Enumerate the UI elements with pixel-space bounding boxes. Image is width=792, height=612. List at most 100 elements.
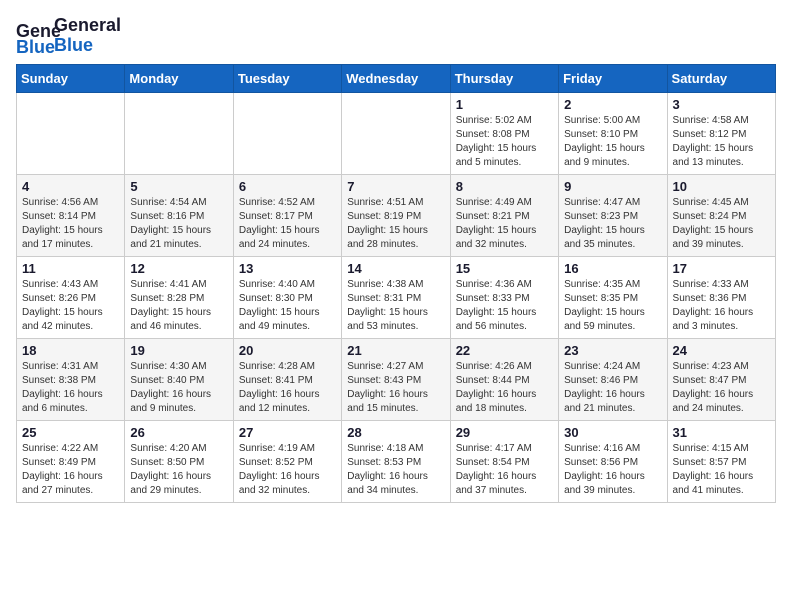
calendar-cell: 18 Sunrise: 4:31 AM Sunset: 8:38 PM Dayli…: [17, 338, 125, 420]
calendar-cell: 7 Sunrise: 4:51 AM Sunset: 8:19 PM Daylig…: [342, 174, 450, 256]
calendar-cell: 30 Sunrise: 4:16 AM Sunset: 8:56 PM Dayli…: [559, 420, 667, 502]
calendar-cell: 6 Sunrise: 4:52 AM Sunset: 8:17 PM Daylig…: [233, 174, 341, 256]
day-info: Sunrise: 4:33 AM Sunset: 8:36 PM Dayligh…: [673, 278, 770, 334]
day-info: Sunrise: 4:18 AM Sunset: 8:53 PM Dayligh…: [347, 442, 444, 498]
day-info: Sunrise: 4:15 AM Sunset: 8:57 PM Dayligh…: [673, 442, 770, 498]
day-number: 24: [673, 343, 770, 358]
calendar-cell: 3 Sunrise: 4:58 AM Sunset: 8:12 PM Daylig…: [667, 92, 775, 174]
day-number: 8: [456, 179, 553, 194]
day-info: Sunrise: 4:51 AM Sunset: 8:19 PM Dayligh…: [347, 196, 444, 252]
svg-text:Blue: Blue: [16, 37, 55, 55]
day-info: Sunrise: 4:43 AM Sunset: 8:26 PM Dayligh…: [22, 278, 119, 334]
day-number: 16: [564, 261, 661, 276]
day-info: Sunrise: 4:36 AM Sunset: 8:33 PM Dayligh…: [456, 278, 553, 334]
day-info: Sunrise: 4:38 AM Sunset: 8:31 PM Dayligh…: [347, 278, 444, 334]
day-info: Sunrise: 4:27 AM Sunset: 8:43 PM Dayligh…: [347, 360, 444, 416]
day-number: 15: [456, 261, 553, 276]
day-number: 13: [239, 261, 336, 276]
day-info: Sunrise: 4:22 AM Sunset: 8:49 PM Dayligh…: [22, 442, 119, 498]
calendar-table: SundayMondayTuesdayWednesdayThursdayFrid…: [16, 64, 776, 503]
day-info: Sunrise: 4:28 AM Sunset: 8:41 PM Dayligh…: [239, 360, 336, 416]
day-number: 25: [22, 425, 119, 440]
day-info: Sunrise: 4:58 AM Sunset: 8:12 PM Dayligh…: [673, 114, 770, 170]
calendar-cell: 5 Sunrise: 4:54 AM Sunset: 8:16 PM Daylig…: [125, 174, 233, 256]
calendar-cell: 9Sunrise: 4:47 AM Sunset: 8:23 PM Daylig…: [559, 174, 667, 256]
day-number: 3: [673, 97, 770, 112]
day-info: Sunrise: 4:19 AM Sunset: 8:52 PM Dayligh…: [239, 442, 336, 498]
calendar-week-row: 1 Sunrise: 5:02 AM Sunset: 8:08 PM Daylig…: [17, 92, 776, 174]
day-info: Sunrise: 5:00 AM Sunset: 8:10 PM Dayligh…: [564, 114, 661, 170]
day-info: Sunrise: 4:49 AM Sunset: 8:21 PM Dayligh…: [456, 196, 553, 252]
calendar-day-header: Tuesday: [233, 64, 341, 92]
day-number: 5: [130, 179, 227, 194]
calendar-day-header: Saturday: [667, 64, 775, 92]
calendar-week-row: 4 Sunrise: 4:56 AM Sunset: 8:14 PM Daylig…: [17, 174, 776, 256]
calendar-day-header: Friday: [559, 64, 667, 92]
calendar-cell: 26 Sunrise: 4:20 AM Sunset: 8:50 PM Dayli…: [125, 420, 233, 502]
day-info: Sunrise: 4:24 AM Sunset: 8:46 PM Dayligh…: [564, 360, 661, 416]
calendar-cell: 25 Sunrise: 4:22 AM Sunset: 8:49 PM Dayli…: [17, 420, 125, 502]
day-info: Sunrise: 4:52 AM Sunset: 8:17 PM Dayligh…: [239, 196, 336, 252]
calendar-day-header: Thursday: [450, 64, 558, 92]
day-number: 19: [130, 343, 227, 358]
day-number: 23: [564, 343, 661, 358]
calendar-cell: [233, 92, 341, 174]
day-number: 12: [130, 261, 227, 276]
calendar-cell: 4 Sunrise: 4:56 AM Sunset: 8:14 PM Daylig…: [17, 174, 125, 256]
day-number: 4: [22, 179, 119, 194]
day-info: Sunrise: 4:54 AM Sunset: 8:16 PM Dayligh…: [130, 196, 227, 252]
calendar-cell: 27 Sunrise: 4:19 AM Sunset: 8:52 PM Dayli…: [233, 420, 341, 502]
day-number: 6: [239, 179, 336, 194]
day-info: Sunrise: 5:02 AM Sunset: 8:08 PM Dayligh…: [456, 114, 553, 170]
calendar-week-row: 18 Sunrise: 4:31 AM Sunset: 8:38 PM Dayli…: [17, 338, 776, 420]
calendar-cell: 23 Sunrise: 4:24 AM Sunset: 8:46 PM Dayli…: [559, 338, 667, 420]
day-info: Sunrise: 4:30 AM Sunset: 8:40 PM Dayligh…: [130, 360, 227, 416]
day-number: 31: [673, 425, 770, 440]
calendar-cell: 19 Sunrise: 4:30 AM Sunset: 8:40 PM Dayli…: [125, 338, 233, 420]
calendar-day-header: Monday: [125, 64, 233, 92]
calendar-cell: [125, 92, 233, 174]
calendar-cell: 8 Sunrise: 4:49 AM Sunset: 8:21 PM Daylig…: [450, 174, 558, 256]
day-info: Sunrise: 4:20 AM Sunset: 8:50 PM Dayligh…: [130, 442, 227, 498]
day-number: 21: [347, 343, 444, 358]
day-number: 30: [564, 425, 661, 440]
calendar-week-row: 25 Sunrise: 4:22 AM Sunset: 8:49 PM Dayli…: [17, 420, 776, 502]
day-info: Sunrise: 4:41 AM Sunset: 8:28 PM Dayligh…: [130, 278, 227, 334]
day-info: Sunrise: 4:23 AM Sunset: 8:47 PM Dayligh…: [673, 360, 770, 416]
calendar-cell: 22Sunrise: 4:26 AM Sunset: 8:44 PM Dayli…: [450, 338, 558, 420]
day-number: 7: [347, 179, 444, 194]
calendar-cell: 31 Sunrise: 4:15 AM Sunset: 8:57 PM Dayli…: [667, 420, 775, 502]
calendar-week-row: 11Sunrise: 4:43 AM Sunset: 8:26 PM Dayli…: [17, 256, 776, 338]
day-info: Sunrise: 4:26 AM Sunset: 8:44 PM Dayligh…: [456, 360, 553, 416]
calendar-header-row: SundayMondayTuesdayWednesdayThursdayFrid…: [17, 64, 776, 92]
day-info: Sunrise: 4:16 AM Sunset: 8:56 PM Dayligh…: [564, 442, 661, 498]
calendar-cell: 10 Sunrise: 4:45 AM Sunset: 8:24 PM Dayli…: [667, 174, 775, 256]
day-number: 27: [239, 425, 336, 440]
day-info: Sunrise: 4:56 AM Sunset: 8:14 PM Dayligh…: [22, 196, 119, 252]
calendar-cell: 16 Sunrise: 4:35 AM Sunset: 8:35 PM Dayli…: [559, 256, 667, 338]
day-info: Sunrise: 4:35 AM Sunset: 8:35 PM Dayligh…: [564, 278, 661, 334]
day-number: 28: [347, 425, 444, 440]
calendar-cell: 15 Sunrise: 4:36 AM Sunset: 8:33 PM Dayli…: [450, 256, 558, 338]
calendar-cell: 28 Sunrise: 4:18 AM Sunset: 8:53 PM Dayli…: [342, 420, 450, 502]
day-number: 1: [456, 97, 553, 112]
day-info: Sunrise: 4:47 AM Sunset: 8:23 PM Dayligh…: [564, 196, 661, 252]
day-number: 10: [673, 179, 770, 194]
day-info: Sunrise: 4:45 AM Sunset: 8:24 PM Dayligh…: [673, 196, 770, 252]
logo: General Blue General Blue: [16, 16, 121, 56]
calendar-cell: 17 Sunrise: 4:33 AM Sunset: 8:36 PM Dayli…: [667, 256, 775, 338]
day-number: 14: [347, 261, 444, 276]
calendar-cell: 12 Sunrise: 4:41 AM Sunset: 8:28 PM Dayli…: [125, 256, 233, 338]
day-number: 26: [130, 425, 227, 440]
calendar-cell: [17, 92, 125, 174]
day-info: Sunrise: 4:31 AM Sunset: 8:38 PM Dayligh…: [22, 360, 119, 416]
day-number: 18: [22, 343, 119, 358]
day-number: 29: [456, 425, 553, 440]
logo-general: General: [54, 16, 121, 36]
calendar-cell: 1 Sunrise: 5:02 AM Sunset: 8:08 PM Daylig…: [450, 92, 558, 174]
day-number: 17: [673, 261, 770, 276]
calendar-cell: 14 Sunrise: 4:38 AM Sunset: 8:31 PM Dayli…: [342, 256, 450, 338]
day-info: Sunrise: 4:17 AM Sunset: 8:54 PM Dayligh…: [456, 442, 553, 498]
calendar-cell: 11Sunrise: 4:43 AM Sunset: 8:26 PM Dayli…: [17, 256, 125, 338]
calendar-cell: 20Sunrise: 4:28 AM Sunset: 8:41 PM Dayli…: [233, 338, 341, 420]
